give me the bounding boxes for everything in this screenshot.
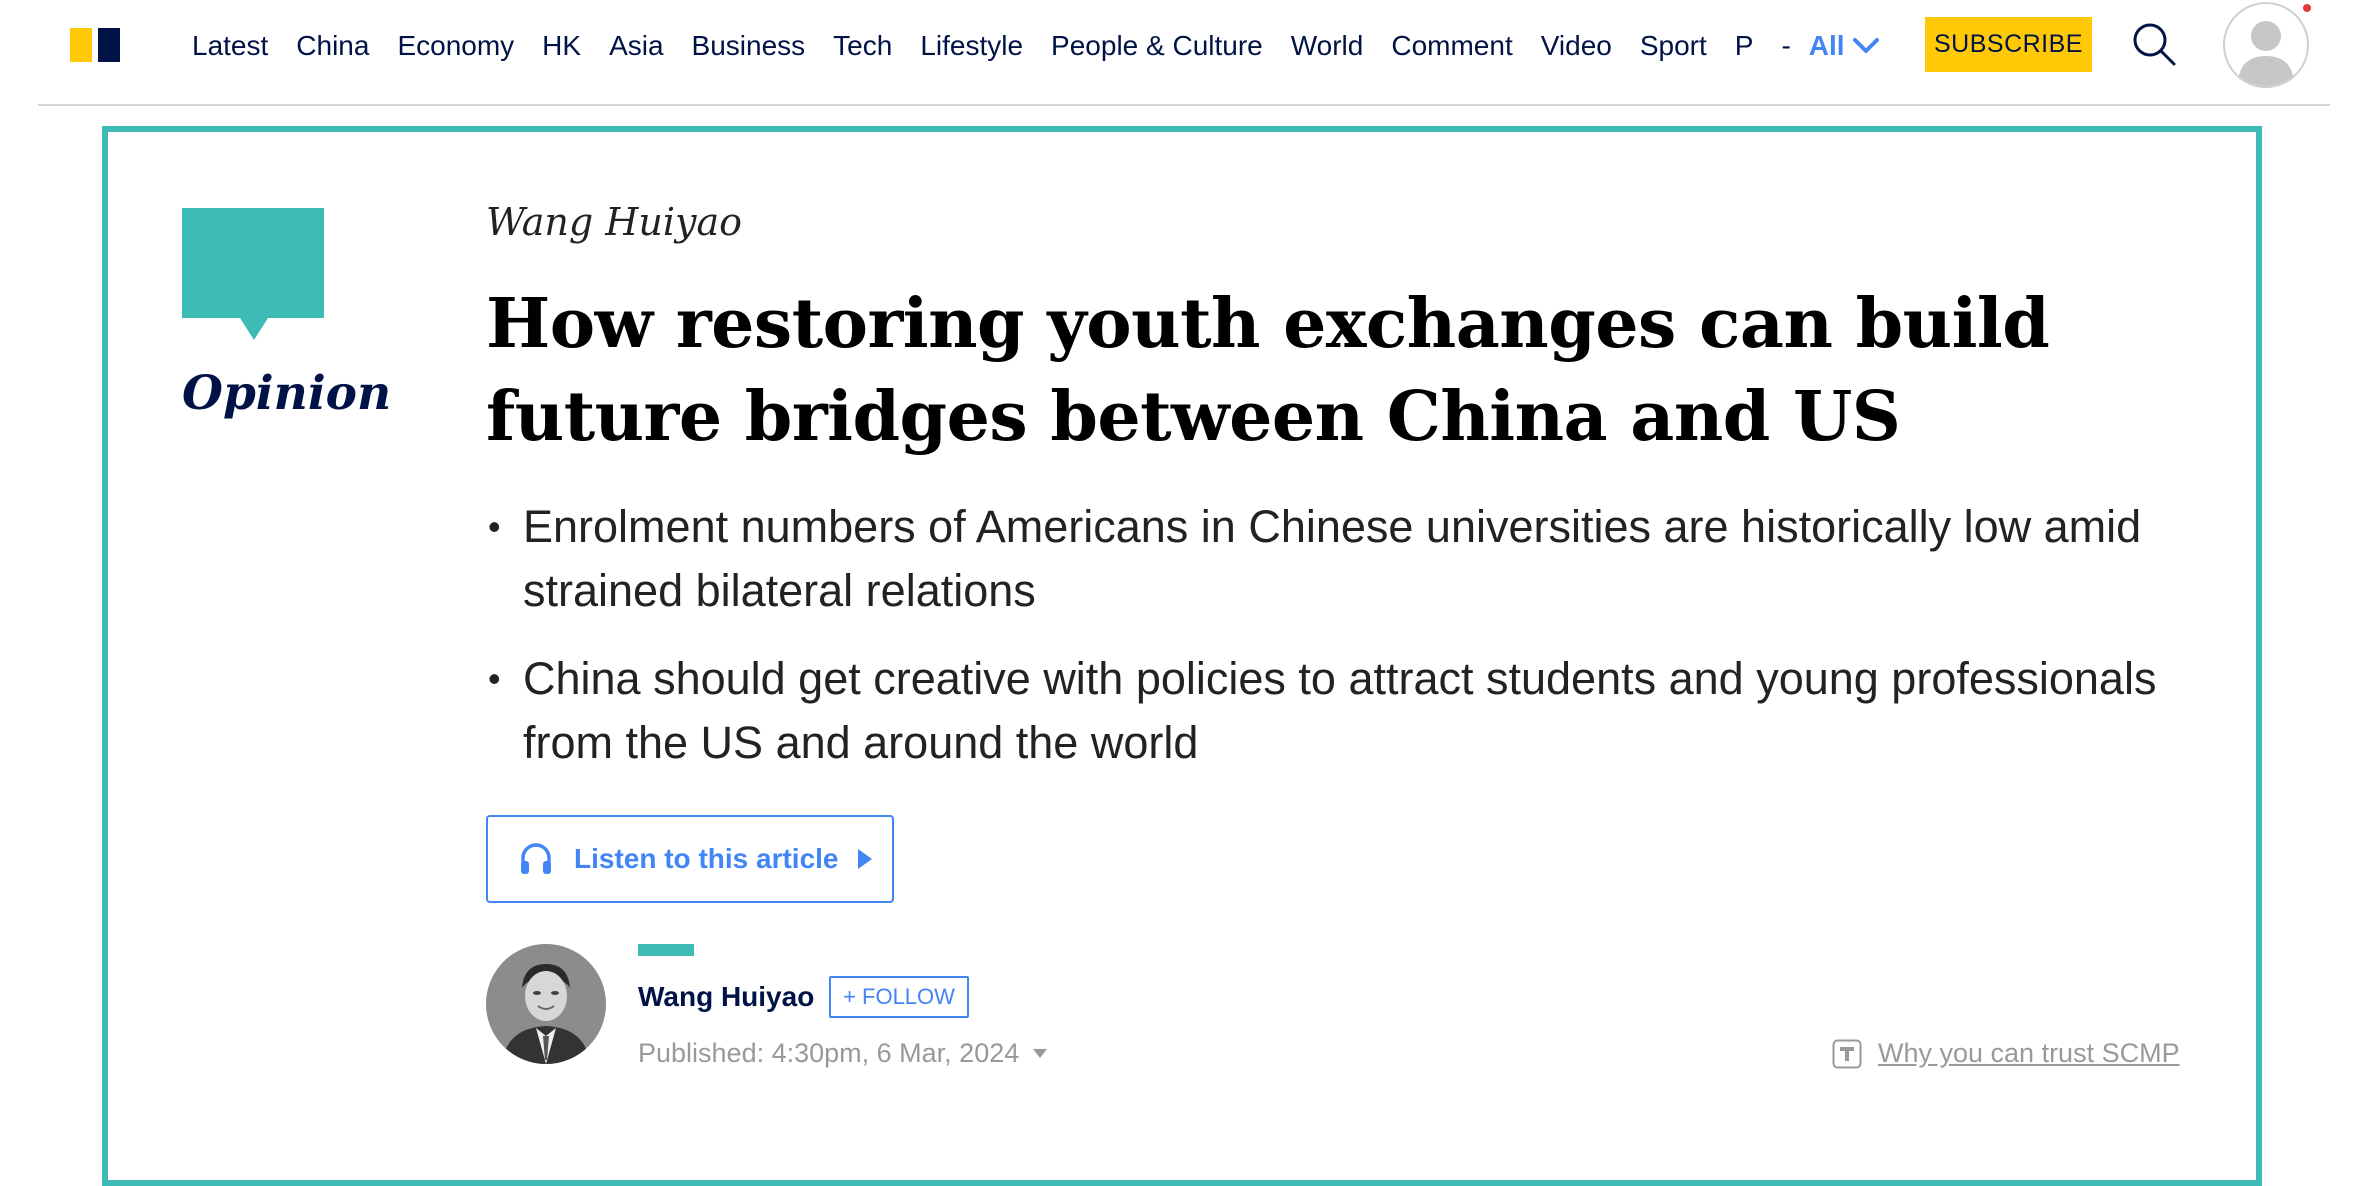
search-icon xyxy=(2133,23,2176,66)
play-icon xyxy=(857,849,872,869)
nav-item-world[interactable]: World xyxy=(1291,30,1364,62)
user-account-button[interactable] xyxy=(2223,2,2309,88)
site-header: Latest China Economy HK Asia Business Te… xyxy=(0,0,2368,106)
nav-item-economy[interactable]: Economy xyxy=(397,30,514,62)
nav-item-latest[interactable]: Latest xyxy=(192,30,268,62)
trust-label: Why you can trust SCMP xyxy=(1878,1038,2180,1068)
author-byline-top[interactable]: Wang Huiyao xyxy=(486,200,742,244)
summary-point: • Enrolment numbers of Americans in Chin… xyxy=(486,495,2186,623)
follow-button[interactable]: + FOLLOW xyxy=(829,976,969,1018)
summary-text: Enrolment numbers of Americans in Chines… xyxy=(523,501,2142,616)
caret-down-icon xyxy=(1033,1049,1048,1058)
nav-separator: - xyxy=(1781,30,1791,61)
headphones-icon xyxy=(521,843,551,874)
scmp-logo[interactable] xyxy=(70,28,120,62)
nav-item-video[interactable]: Video xyxy=(1541,30,1612,62)
subscribe-button[interactable]: SUBSCRIBE xyxy=(1925,17,2092,72)
bullet: • xyxy=(488,658,501,699)
opinion-speech-bubble-icon xyxy=(182,208,324,340)
user-icon xyxy=(2238,21,2294,86)
logo-navy-block xyxy=(98,28,120,62)
author-avatar[interactable] xyxy=(486,944,606,1064)
author-name[interactable]: Wang Huiyao xyxy=(638,981,814,1013)
nav-item-truncated[interactable]: P xyxy=(1735,30,1754,62)
nav-item-business[interactable]: Business xyxy=(692,30,806,62)
listen-article-button[interactable]: Listen to this article xyxy=(486,815,894,903)
nav-item-comment[interactable]: Comment xyxy=(1391,30,1512,62)
chevron-down-icon xyxy=(1852,38,1879,53)
logo-yellow-block xyxy=(70,28,92,62)
summary-point: • China should get creative with policie… xyxy=(486,647,2186,775)
summary-text: China should get creative with policies … xyxy=(523,653,2157,768)
article-headline: How restoring youth exchanges can build … xyxy=(486,284,2050,457)
nav-item-hk[interactable]: HK xyxy=(542,30,581,62)
header-divider xyxy=(38,104,2330,106)
nav-item-people-culture[interactable]: People & Culture xyxy=(1051,30,1263,62)
trust-icon xyxy=(1832,1039,1862,1068)
nav-item-tech[interactable]: Tech xyxy=(833,30,892,62)
published-text: Published: 4:30pm, 6 Mar, 2024 xyxy=(638,1038,1020,1068)
nav-item-sport[interactable]: Sport xyxy=(1640,30,1707,62)
published-date[interactable]: Published: 4:30pm, 6 Mar, 2024 xyxy=(638,1038,1048,1069)
nav-all-dropdown[interactable]: All xyxy=(1809,30,1879,62)
nav-item-china[interactable]: China xyxy=(296,30,369,62)
search-button[interactable] xyxy=(2130,20,2180,70)
nav-all-label: All xyxy=(1808,30,1845,61)
section-label[interactable]: Opinion xyxy=(182,366,391,421)
listen-label: Listen to this article xyxy=(574,843,839,874)
notification-dot xyxy=(2303,4,2311,12)
author-accent-bar xyxy=(638,944,694,956)
bullet: • xyxy=(488,506,501,547)
article-summary: • Enrolment numbers of Americans in Chin… xyxy=(486,495,2186,799)
main-nav: Latest China Economy HK Asia Business Te… xyxy=(192,26,1879,66)
trust-scmp-link[interactable]: Why you can trust SCMP xyxy=(1832,1038,2180,1069)
nav-item-lifestyle[interactable]: Lifestyle xyxy=(920,30,1023,62)
nav-item-asia[interactable]: Asia xyxy=(609,30,663,62)
